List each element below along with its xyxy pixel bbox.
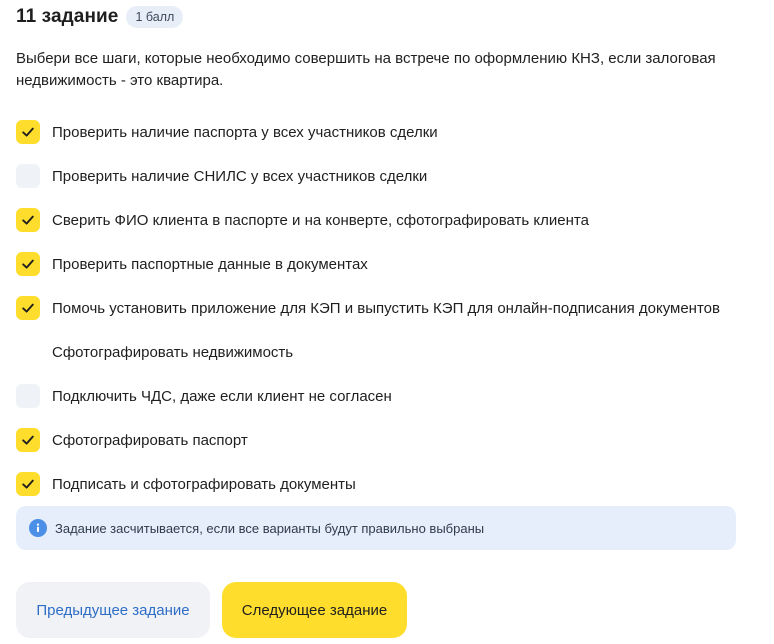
option-sign-documents[interactable]: Подписать и сфотографировать документы xyxy=(16,462,756,506)
task-title: 11 задание xyxy=(16,6,119,27)
checkbox[interactable] xyxy=(16,296,40,320)
info-notice: Задание засчитывается, если все варианты… xyxy=(16,506,736,550)
option-label: Сфотографировать паспорт xyxy=(52,431,248,449)
options-list: Проверить наличие паспорта у всех участн… xyxy=(16,110,756,506)
checkbox[interactable] xyxy=(16,428,40,452)
option-label: Подключить ЧДС, даже если клиент не согл… xyxy=(52,387,392,405)
checkbox[interactable] xyxy=(16,340,40,364)
option-label: Проверить наличие паспорта у всех участн… xyxy=(52,123,438,141)
option-photo-property[interactable]: Сфотографировать недвижимость xyxy=(16,330,756,374)
question-text: Выбери все шаги, которые необходимо сове… xyxy=(16,50,716,89)
checkbox[interactable] xyxy=(16,252,40,276)
checkmark-icon xyxy=(22,435,34,445)
score-badge: 1 балл xyxy=(126,6,184,28)
option-snils-check[interactable]: Проверить наличие СНИЛС у всех участнико… xyxy=(16,154,756,198)
option-kep-app[interactable]: Помочь установить приложение для КЭП и в… xyxy=(16,286,756,330)
checkmark-icon xyxy=(22,303,34,313)
option-label: Проверить паспортные данные в документах xyxy=(52,255,368,273)
checkmark-icon xyxy=(22,479,34,489)
checkbox[interactable] xyxy=(16,472,40,496)
checkmark-icon xyxy=(22,215,34,225)
info-icon xyxy=(29,519,47,537)
checkbox[interactable] xyxy=(16,120,40,144)
checkbox[interactable] xyxy=(16,384,40,408)
option-label: Сфотографировать недвижимость xyxy=(52,343,294,361)
option-label: Сверить ФИО клиента в паспорте и на конв… xyxy=(52,211,589,229)
checkmark-icon xyxy=(22,259,34,269)
option-connect-chds[interactable]: Подключить ЧДС, даже если клиент не согл… xyxy=(16,374,756,418)
option-passport-check[interactable]: Проверить наличие паспорта у всех участн… xyxy=(16,110,756,154)
option-verify-name-photo[interactable]: Сверить ФИО клиента в паспорте и на конв… xyxy=(16,198,756,242)
next-task-button[interactable]: Следующее задание xyxy=(222,582,407,638)
option-label: Помочь установить приложение для КЭП и в… xyxy=(52,299,720,317)
info-text: Задание засчитывается, если все варианты… xyxy=(55,520,485,536)
task-header: 11 задание 1 балл xyxy=(16,5,184,29)
checkmark-icon xyxy=(22,127,34,137)
checkbox[interactable] xyxy=(16,208,40,232)
option-label: Подписать и сфотографировать документы xyxy=(52,475,356,493)
option-passport-data[interactable]: Проверить паспортные данные в документах xyxy=(16,242,756,286)
option-photo-passport[interactable]: Сфотографировать паспорт xyxy=(16,418,756,462)
previous-task-button[interactable]: Предыдущее задание xyxy=(16,582,210,638)
checkbox[interactable] xyxy=(16,164,40,188)
option-label: Проверить наличие СНИЛС у всех участнико… xyxy=(52,167,428,185)
